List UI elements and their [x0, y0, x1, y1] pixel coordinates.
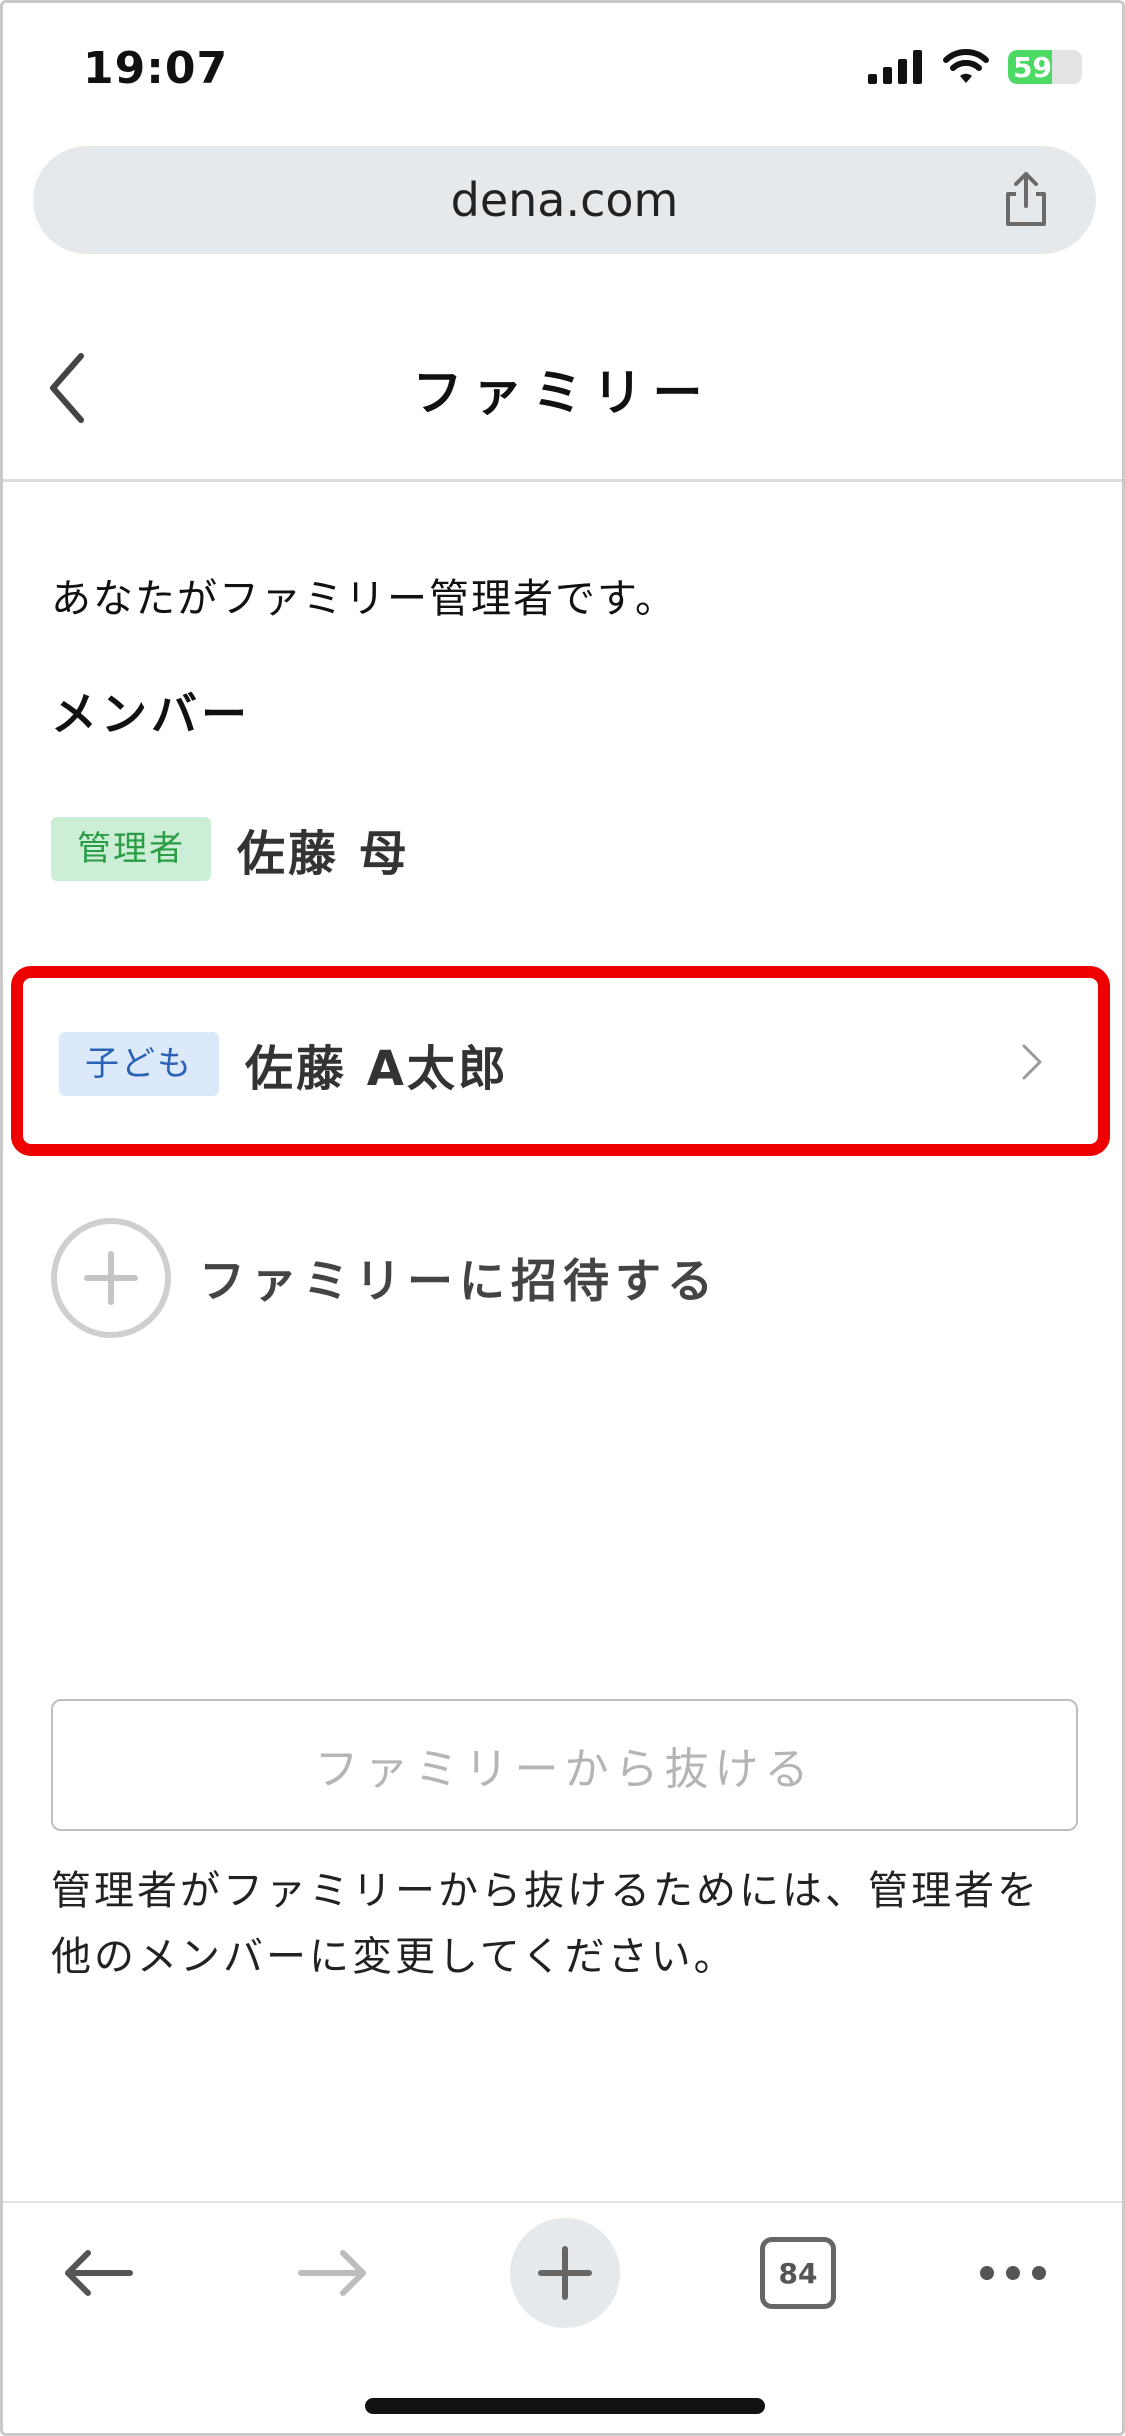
leave-note: 管理者がファミリーから抜けるためには、管理者を他のメンバーに変更してください。: [51, 1868, 1040, 1980]
arrow-left-icon: [65, 2250, 133, 2296]
invite-family-button[interactable]: ファミリーに招待する: [51, 1218, 719, 1338]
plus-icon: [51, 1218, 171, 1338]
member-name: 佐藤 母: [237, 826, 410, 882]
member-row-child[interactable]: 子ども 佐藤 A太郎: [11, 966, 1110, 1156]
tabs-icon: 84: [760, 2237, 836, 2309]
battery-level: 59: [1013, 50, 1052, 84]
signal-icon: [868, 50, 922, 84]
header-divider: [3, 479, 1122, 482]
role-badge-child: 子ども: [59, 1032, 219, 1096]
wifi-icon: [943, 49, 989, 83]
tab-count: 84: [778, 2256, 818, 2290]
role-badge-admin: 管理者: [51, 817, 211, 881]
browser-back-button[interactable]: [48, 2203, 148, 2343]
member-row-admin: 管理者 佐藤 母: [51, 814, 410, 884]
tabs-button[interactable]: 84: [758, 2203, 838, 2343]
arrow-right-icon: [298, 2250, 366, 2296]
plus-icon: [510, 2218, 620, 2328]
page-title: ファミリー: [412, 364, 713, 422]
phone-screen: 19:07 59 dena.com ファミリー あなたがファミリー管理者です。 …: [0, 0, 1125, 2436]
status-time: 19:07: [83, 43, 229, 94]
admin-notice: あなたがファミリー管理者です。: [51, 576, 677, 622]
member-row-child-content: 子ども 佐藤 A太郎: [59, 1029, 509, 1099]
member-name: 佐藤 A太郎: [245, 1041, 509, 1097]
new-tab-button[interactable]: [510, 2203, 620, 2343]
address-bar[interactable]: dena.com: [33, 146, 1096, 254]
browser-toolbar: 84: [3, 2203, 1122, 2343]
browser-forward-button[interactable]: [283, 2203, 383, 2343]
share-icon[interactable]: [996, 170, 1056, 230]
chevron-right-icon: [1022, 1044, 1042, 1080]
leave-family-button[interactable]: ファミリーから抜ける: [51, 1699, 1078, 1831]
members-heading: メンバー: [51, 687, 251, 741]
battery-icon: 59: [1008, 50, 1082, 84]
more-icon: [980, 2266, 1046, 2280]
home-indicator[interactable]: [365, 2398, 765, 2414]
status-icons: 59: [868, 49, 1082, 85]
url-text: dena.com: [450, 173, 679, 227]
status-bar: 19:07 59: [3, 3, 1122, 133]
invite-label: ファミリーに招待する: [199, 1254, 719, 1308]
more-button[interactable]: [968, 2203, 1058, 2343]
